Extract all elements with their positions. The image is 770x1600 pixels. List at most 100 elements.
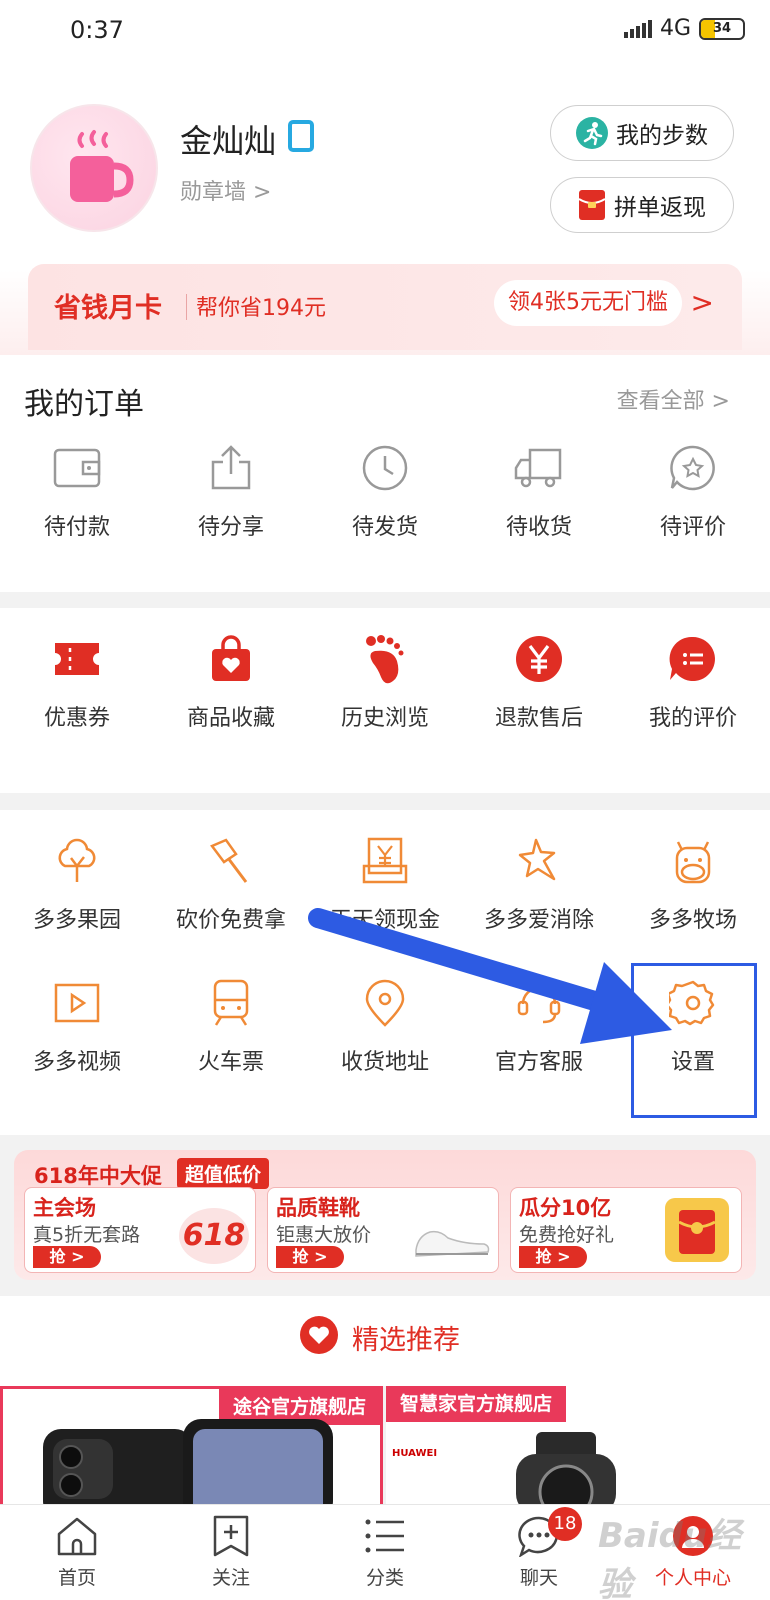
promo-tag: 超值低价 <box>177 1158 270 1189</box>
yen-card-icon <box>358 834 412 888</box>
recommend-title: 精选推荐 <box>352 1325 460 1356</box>
product-card[interactable]: 途谷官方旗舰店 <box>0 1386 383 1504</box>
order-pending-share[interactable]: 待分享 <box>154 441 308 541</box>
nav-home[interactable]: 首页 <box>0 1505 154 1600</box>
savings-card-divider <box>186 294 187 320</box>
review-icon <box>666 441 720 495</box>
nav-chat[interactable]: 聊天 18 <box>462 1505 616 1600</box>
category-icon <box>362 1513 408 1559</box>
deal-subtitle: 真5折无套路 <box>33 1224 141 1246</box>
axe-icon <box>204 834 258 888</box>
tool-orchard[interactable]: 多多果园 <box>0 834 154 934</box>
group-cashback-label: 拼单返现 <box>614 195 706 221</box>
nav-category[interactable]: 分类 <box>308 1505 462 1600</box>
service-coupons[interactable]: 优惠券 <box>0 632 154 732</box>
medal-wall-link[interactable]: 勋章墙 > <box>180 174 271 206</box>
savings-coupon-button[interactable]: 领4张5元无门槛 <box>494 280 682 326</box>
deal-title: 主会场 <box>33 1196 96 1220</box>
status-time: 0:37 <box>70 16 124 44</box>
tool-label: 多多果园 <box>32 908 121 933</box>
order-status-label: 待收货 <box>505 515 572 540</box>
red-envelope-icon <box>578 190 606 220</box>
order-status-label: 待分享 <box>197 515 264 540</box>
savings-card-title: 省钱月卡 <box>54 293 162 324</box>
truck-icon <box>512 441 566 495</box>
user-name: 金灿灿 <box>180 122 277 160</box>
nav-label: 聊天 <box>519 1567 558 1589</box>
signal-icon <box>623 19 652 38</box>
bag-heart-icon <box>204 632 258 686</box>
order-status-label: 待评价 <box>659 515 726 540</box>
service-label: 优惠券 <box>43 706 110 731</box>
phone-verified-icon <box>288 120 314 152</box>
my-steps-button[interactable]: 我的步数 <box>550 105 734 161</box>
avatar[interactable] <box>30 104 158 232</box>
location-icon <box>358 976 412 1030</box>
tool-label: 多多爱消除 <box>483 908 594 933</box>
service-label: 商品收藏 <box>186 706 275 731</box>
runner-icon <box>576 117 608 149</box>
chat-unread-badge: 18 <box>548 1507 582 1541</box>
tool-ranch[interactable]: 多多牧场 <box>616 834 770 934</box>
promo-title: 618年中大促 <box>34 1164 162 1188</box>
nav-label: 首页 <box>57 1567 96 1589</box>
tool-match-game[interactable]: 多多爱消除 <box>462 834 616 934</box>
wallet-icon <box>50 441 104 495</box>
brand-logo: HUAWEI <box>392 1448 438 1459</box>
tool-train-tickets[interactable]: 火车票 <box>154 976 308 1076</box>
service-my-reviews[interactable]: 我的评价 <box>616 632 770 732</box>
order-pending-receipt[interactable]: 待收货 <box>462 441 616 541</box>
service-history[interactable]: 历史浏览 <box>308 632 462 732</box>
tool-address[interactable]: 收货地址 <box>308 976 462 1076</box>
tool-customer-service[interactable]: 官方客服 <box>462 976 616 1076</box>
my-steps-label: 我的步数 <box>616 123 708 149</box>
tool-video[interactable]: 多多视频 <box>0 976 154 1076</box>
mug-icon <box>70 130 134 202</box>
deal-grab-button[interactable]: 抢 > <box>276 1246 344 1268</box>
tool-label: 火车票 <box>197 1050 264 1075</box>
deal-title: 品质鞋靴 <box>276 1196 360 1220</box>
tool-label: 砍价免费拿 <box>175 908 286 933</box>
tree-icon <box>50 834 104 888</box>
footprint-icon <box>358 632 412 686</box>
train-icon <box>204 976 258 1030</box>
deal-grab-button[interactable]: 抢 > <box>519 1246 587 1268</box>
tool-daily-cash[interactable]: 天天领现金 <box>308 834 462 934</box>
deal-subtitle: 钜惠大放价 <box>276 1224 372 1246</box>
deal-shoes[interactable]: 品质鞋靴 钜惠大放价 抢 > <box>267 1187 499 1273</box>
service-label: 历史浏览 <box>340 706 429 731</box>
tool-label: 天天领现金 <box>329 908 440 933</box>
network-type: 4G <box>659 16 691 41</box>
deal-billion-share[interactable]: 瓜分10亿 免费抢好礼 抢 > <box>510 1187 742 1273</box>
recommend-header: 精选推荐 <box>0 1296 770 1386</box>
tool-bargain[interactable]: 砍价免费拿 <box>154 834 308 934</box>
order-pending-review[interactable]: 待评价 <box>616 441 770 541</box>
service-refund[interactable]: 退款售后 <box>462 632 616 732</box>
tool-label: 收货地址 <box>340 1050 429 1075</box>
store-name: 智慧家官方旗舰店 <box>386 1386 567 1422</box>
share-icon <box>204 441 258 495</box>
deal-title: 瓜分10亿 <box>519 1196 612 1220</box>
profile-header: 0:37 4G 34 金灿灿 勋章墙 > 我的步数 拼单返现 省钱月卡 帮你省1… <box>0 0 770 355</box>
order-pending-shipment[interactable]: 待发货 <box>308 441 462 541</box>
deal-main-venue[interactable]: 主会场 真5折无套路 抢 > 618 <box>24 1187 256 1273</box>
status-indicators: 4G 34 <box>623 16 745 41</box>
view-all-orders-link[interactable]: 查看全部 > <box>617 383 730 415</box>
product-card[interactable]: 智慧家官方旗舰店 HUAWEI <box>386 1386 770 1504</box>
headset-icon <box>512 976 566 1030</box>
comment-icon <box>666 632 720 686</box>
order-pending-payment[interactable]: 待付款 <box>0 441 154 541</box>
savings-month-card[interactable]: 省钱月卡 帮你省194元 领4张5元无门槛 > <box>28 264 742 350</box>
promo-banner[interactable]: 618年中大促 超值低价 主会场 真5折无套路 抢 > 618 品质鞋靴 钜惠大… <box>14 1150 756 1280</box>
sneaker-image <box>415 1230 490 1257</box>
services-section: 优惠券 商品收藏 历史浏览 退款售后 我的评价 <box>0 608 770 793</box>
chevron-right-icon: > <box>690 286 714 319</box>
battery-icon: 34 <box>699 17 745 40</box>
deal-grab-button[interactable]: 抢 > <box>33 1246 101 1268</box>
nav-follow[interactable]: 关注 <box>154 1505 308 1600</box>
service-favorites[interactable]: 商品收藏 <box>154 632 308 732</box>
tool-label: 多多视频 <box>32 1050 121 1075</box>
savings-card-subtitle: 帮你省194元 <box>196 296 326 321</box>
tool-label: 多多牧场 <box>648 908 737 933</box>
group-cashback-button[interactable]: 拼单返现 <box>550 177 734 233</box>
